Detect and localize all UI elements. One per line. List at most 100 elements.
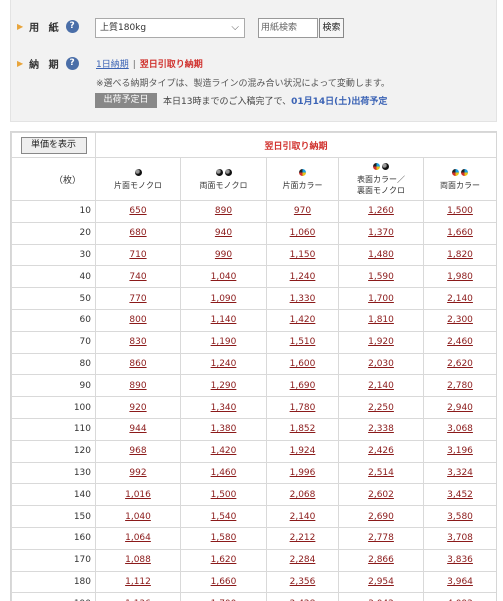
price-link[interactable]: 1,420 xyxy=(211,446,237,456)
delivery-1day-link[interactable]: 1日納期 xyxy=(96,60,129,70)
price-link[interactable]: 920 xyxy=(129,403,146,413)
price-link[interactable]: 2,940 xyxy=(447,403,473,413)
price-link[interactable]: 970 xyxy=(294,206,311,216)
show-unit-price-button[interactable]: 単価を表示 xyxy=(20,136,87,154)
price-link[interactable]: 2,356 xyxy=(290,577,316,587)
price-link[interactable]: 2,140 xyxy=(447,294,473,304)
price-link[interactable]: 1,260 xyxy=(368,206,394,216)
price-link[interactable]: 1,330 xyxy=(290,294,316,304)
price-link[interactable]: 3,580 xyxy=(447,512,473,522)
price-link[interactable]: 1,040 xyxy=(211,272,237,282)
price-link[interactable]: 770 xyxy=(129,294,146,304)
price-link[interactable]: 890 xyxy=(129,381,146,391)
price-link[interactable]: 2,690 xyxy=(368,512,394,522)
price-link[interactable]: 650 xyxy=(129,206,146,216)
price-link[interactable]: 680 xyxy=(129,228,146,238)
price-link[interactable]: 1,090 xyxy=(211,294,237,304)
price-link[interactable]: 1,700 xyxy=(368,294,394,304)
price-link[interactable]: 2,212 xyxy=(290,533,316,543)
price-link[interactable]: 2,780 xyxy=(447,381,473,391)
price-link[interactable]: 1,112 xyxy=(125,577,151,587)
price-link[interactable]: 1,590 xyxy=(368,272,394,282)
price-link[interactable]: 1,980 xyxy=(447,272,473,282)
price-link[interactable]: 1,852 xyxy=(290,424,316,434)
price-link[interactable]: 3,196 xyxy=(447,446,473,456)
price-link[interactable]: 1,340 xyxy=(211,403,237,413)
price-link[interactable]: 2,140 xyxy=(368,381,394,391)
price-link[interactable]: 944 xyxy=(129,424,146,434)
price-cell: 1,480 xyxy=(338,243,424,267)
price-link[interactable]: 1,150 xyxy=(290,250,316,260)
price-link[interactable]: 1,580 xyxy=(211,533,237,543)
price-link[interactable]: 3,708 xyxy=(447,533,473,543)
help-icon[interactable]: ? xyxy=(65,20,79,33)
price-link[interactable]: 1,016 xyxy=(125,490,151,500)
price-link[interactable]: 830 xyxy=(129,337,146,347)
price-link[interactable]: 1,660 xyxy=(211,577,237,587)
price-link[interactable]: 1,660 xyxy=(447,228,473,238)
price-link[interactable]: 860 xyxy=(129,359,146,369)
price-link[interactable]: 2,866 xyxy=(368,555,394,565)
price-link[interactable]: 1,510 xyxy=(290,337,316,347)
price-link[interactable]: 2,602 xyxy=(368,490,394,500)
price-link[interactable]: 940 xyxy=(215,228,232,238)
price-link[interactable]: 3,964 xyxy=(447,577,473,587)
price-link[interactable]: 1,460 xyxy=(211,468,237,478)
price-link[interactable]: 2,514 xyxy=(368,468,394,478)
price-link[interactable]: 1,088 xyxy=(125,555,151,565)
price-link[interactable]: 1,064 xyxy=(125,533,151,543)
help-icon[interactable]: ? xyxy=(65,57,79,70)
price-link[interactable]: 800 xyxy=(129,315,146,325)
price-link[interactable]: 1,040 xyxy=(125,512,151,522)
price-link[interactable]: 1,240 xyxy=(211,359,237,369)
price-link[interactable]: 2,426 xyxy=(368,446,394,456)
price-link[interactable]: 1,060 xyxy=(290,228,316,238)
price-link[interactable]: 2,250 xyxy=(368,403,394,413)
price-link[interactable]: 2,030 xyxy=(368,359,394,369)
price-link[interactable]: 2,140 xyxy=(290,512,316,522)
price-link[interactable]: 1,924 xyxy=(290,446,316,456)
price-link[interactable]: 3,452 xyxy=(447,490,473,500)
price-link[interactable]: 890 xyxy=(215,206,232,216)
price-link[interactable]: 1,190 xyxy=(211,337,237,347)
price-link[interactable]: 1,480 xyxy=(368,250,394,260)
column-label: 両面カラー xyxy=(440,180,481,190)
price-link[interactable]: 2,300 xyxy=(447,315,473,325)
price-link[interactable]: 1,500 xyxy=(211,490,237,500)
search-button[interactable]: 検索 xyxy=(319,18,344,38)
paper-select[interactable]: 上質180kg ⌵ xyxy=(95,18,245,38)
price-link[interactable]: 2,338 xyxy=(368,424,394,434)
price-link[interactable]: 3,068 xyxy=(447,424,473,434)
price-link[interactable]: 3,324 xyxy=(447,468,473,478)
price-link[interactable]: 1,600 xyxy=(290,359,316,369)
price-link[interactable]: 1,240 xyxy=(290,272,316,282)
price-link[interactable]: 1,690 xyxy=(290,381,316,391)
price-link[interactable]: 2,068 xyxy=(290,490,316,500)
price-link[interactable]: 2,954 xyxy=(368,577,394,587)
price-link[interactable]: 1,920 xyxy=(368,337,394,347)
price-link[interactable]: 1,540 xyxy=(211,512,237,522)
price-link[interactable]: 1,140 xyxy=(211,315,237,325)
price-link[interactable]: 1,290 xyxy=(211,381,237,391)
price-link[interactable]: 1,420 xyxy=(290,315,316,325)
price-link[interactable]: 992 xyxy=(129,468,146,478)
price-link[interactable]: 1,380 xyxy=(211,424,237,434)
price-link[interactable]: 1,620 xyxy=(211,555,237,565)
price-link[interactable]: 1,810 xyxy=(368,315,394,325)
price-link[interactable]: 2,460 xyxy=(447,337,473,347)
price-link[interactable]: 710 xyxy=(129,250,146,260)
paper-search-input[interactable]: 用紙検索 xyxy=(258,18,318,38)
price-link[interactable]: 1,780 xyxy=(290,403,316,413)
price-link[interactable]: 740 xyxy=(129,272,146,282)
delivery-next-day-selected[interactable]: 翌日引取り納期 xyxy=(140,60,203,70)
price-link[interactable]: 1,370 xyxy=(368,228,394,238)
price-link[interactable]: 3,836 xyxy=(447,555,473,565)
price-link[interactable]: 2,620 xyxy=(447,359,473,369)
price-link[interactable]: 968 xyxy=(129,446,146,456)
price-link[interactable]: 2,778 xyxy=(368,533,394,543)
price-link[interactable]: 1,820 xyxy=(447,250,473,260)
price-link[interactable]: 1,500 xyxy=(447,206,473,216)
price-link[interactable]: 990 xyxy=(215,250,232,260)
price-link[interactable]: 2,284 xyxy=(290,555,316,565)
price-link[interactable]: 1,996 xyxy=(290,468,316,478)
